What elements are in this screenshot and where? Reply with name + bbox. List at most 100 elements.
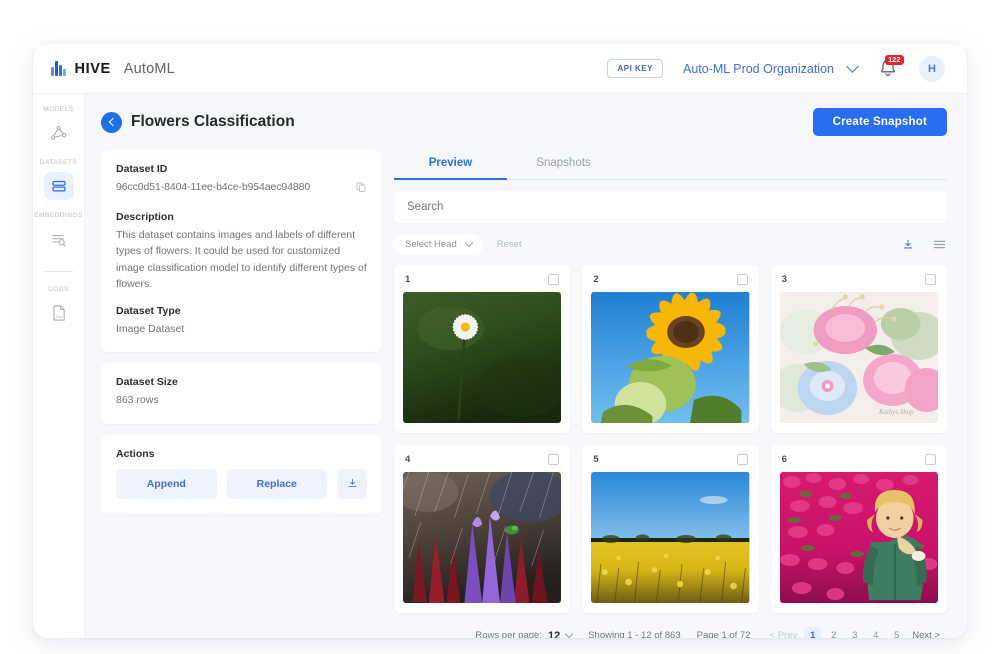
append-button[interactable]: Append: [116, 468, 217, 499]
sidebar-item-docs[interactable]: DOCS Doc: [33, 286, 84, 327]
sidebar-label-embeddings: EMBEDDINGS: [34, 212, 83, 219]
image-grid: 1 2 3 Kathys Shop 4 5 6: [394, 265, 947, 613]
prev-page-button[interactable]: < Prev: [767, 627, 801, 638]
brand-logo[interactable]: HIVE AutoML: [51, 61, 175, 77]
chevron-down-icon: [564, 629, 574, 638]
sidebar-icon-embeddings-wrap[interactable]: [44, 225, 74, 253]
next-page-button[interactable]: Next >: [909, 627, 943, 638]
actions-card: Actions Append Replace: [101, 434, 382, 514]
models-graph-icon: [50, 125, 67, 140]
image-card[interactable]: 5: [582, 445, 759, 613]
pagination: Rows per page: 12 Showing 1 - 12 of 863 …: [394, 613, 947, 638]
sidebar-item-datasets[interactable]: DATASETS: [33, 159, 84, 200]
dataset-id-block: Dataset ID 96cc0d51-8404-11ee-b4ce-b954a…: [116, 163, 367, 198]
page-button-4[interactable]: 4: [867, 627, 884, 638]
download-dataset-button[interactable]: [337, 468, 367, 499]
rows-per-page-label: Rows per page:: [475, 630, 542, 638]
notification-badge: 122: [885, 54, 904, 65]
search-input[interactable]: [394, 191, 947, 223]
image-card[interactable]: 2: [582, 265, 759, 433]
sidebar-label-docs: DOCS: [48, 286, 69, 293]
api-key-button[interactable]: API KEY: [607, 59, 663, 78]
rows-per-page-selector[interactable]: Rows per page: 12: [475, 629, 574, 638]
image-index: 2: [593, 274, 599, 285]
image-thumbnail: [403, 472, 562, 603]
copy-icon[interactable]: [355, 180, 367, 198]
chevron-down-icon: [464, 238, 474, 248]
image-thumbnail: [591, 292, 750, 423]
replace-button[interactable]: Replace: [226, 468, 327, 499]
dataset-id-value: 96cc0d51-8404-11ee-b4ce-b954aec94880: [116, 181, 311, 193]
tab-snapshots[interactable]: Snapshots: [507, 150, 620, 179]
description-block: Description This dataset contains images…: [116, 211, 367, 292]
svg-text:Kathys Shop: Kathys Shop: [878, 408, 914, 416]
hamburger-menu-icon: [933, 240, 946, 249]
preview-column: Preview Snapshots Select Head Reset: [394, 150, 947, 638]
datasets-stack-icon: [51, 180, 66, 192]
download-icon: [903, 239, 913, 248]
sidebar-icon-models-wrap[interactable]: [44, 119, 74, 147]
sidebar-item-embeddings[interactable]: EMBEDDINGS: [33, 212, 84, 253]
reset-link[interactable]: Reset: [497, 239, 522, 250]
sidebar: MODELS DATASETS EMBEDDINGS DOCS Doc: [33, 94, 85, 638]
dataset-details-card: Dataset ID 96cc0d51-8404-11ee-b4ce-b954a…: [101, 150, 382, 353]
page-button-1[interactable]: 1: [804, 627, 822, 638]
actions-label: Actions: [116, 447, 155, 460]
embeddings-search-icon: [52, 234, 66, 246]
image-card[interactable]: 3 Kathys Shop: [770, 265, 947, 433]
brand-name: HIVE: [74, 60, 111, 77]
image-index: 5: [593, 454, 599, 465]
back-button[interactable]: [101, 111, 122, 133]
sidebar-item-models[interactable]: MODELS: [33, 106, 84, 147]
image-checkbox[interactable]: [548, 274, 560, 285]
download-preview-button[interactable]: [901, 238, 915, 252]
image-checkbox[interactable]: [736, 274, 748, 285]
page-button-2[interactable]: 2: [825, 627, 842, 638]
page-button-5[interactable]: 5: [888, 627, 905, 638]
top-bar-actions: API KEY Auto-ML Prod Organization 122 H: [607, 54, 945, 82]
image-checkbox[interactable]: [548, 454, 560, 465]
sidebar-label-datasets: DATASETS: [39, 159, 78, 166]
image-card[interactable]: 1: [394, 265, 571, 433]
create-snapshot-button[interactable]: Create Snapshot: [812, 108, 947, 136]
image-index: 1: [405, 274, 411, 285]
image-index: 6: [781, 454, 787, 465]
organization-selector[interactable]: Auto-ML Prod Organization: [683, 60, 859, 76]
select-head-dropdown[interactable]: Select Head: [394, 234, 483, 255]
filter-row: Select Head Reset: [394, 234, 947, 255]
image-checkbox[interactable]: [924, 274, 936, 285]
image-card[interactable]: 4: [394, 445, 571, 613]
tab-preview[interactable]: Preview: [394, 150, 507, 180]
notifications-button[interactable]: 122: [877, 54, 904, 81]
image-index: 4: [405, 454, 411, 465]
sidebar-divider: [44, 271, 73, 272]
user-avatar[interactable]: H: [919, 55, 945, 82]
chevron-left-icon: [108, 117, 118, 127]
image-index: 3: [781, 274, 787, 285]
page-header: Flowers Classification Create Snapshot: [101, 108, 947, 136]
dataset-size-label: Dataset Size: [116, 376, 178, 389]
svg-text:Doc: Doc: [56, 315, 63, 319]
page-button-3[interactable]: 3: [846, 627, 863, 638]
image-checkbox[interactable]: [924, 454, 936, 465]
dataset-id-label: Dataset ID: [116, 163, 168, 175]
top-bar: HIVE AutoML API KEY Auto-ML Prod Organiz…: [33, 44, 967, 94]
image-thumbnail: Kathys Shop: [779, 292, 938, 423]
dataset-size-value: 863 rows: [116, 394, 159, 407]
description-value: This dataset contains images and labels …: [116, 229, 367, 290]
sidebar-icon-datasets-wrap[interactable]: [43, 172, 74, 200]
list-menu-button[interactable]: [932, 237, 947, 252]
chevron-down-icon: [846, 60, 859, 73]
image-thumbnail: [591, 472, 750, 603]
image-checkbox[interactable]: [736, 454, 748, 465]
dataset-type-value: Image Dataset: [116, 323, 185, 336]
description-label: Description: [116, 211, 174, 223]
image-card[interactable]: 6: [770, 445, 947, 613]
sidebar-icon-docs-wrap[interactable]: Doc: [44, 299, 74, 327]
download-icon: [348, 478, 356, 488]
docs-page-icon: Doc: [52, 305, 65, 321]
dataset-type-label: Dataset Type: [116, 305, 181, 318]
tabs: Preview Snapshots: [394, 150, 947, 180]
app-body: MODELS DATASETS EMBEDDINGS DOCS Doc Flow…: [33, 94, 967, 638]
dataset-type-block: Dataset Type Image Dataset: [116, 305, 367, 337]
